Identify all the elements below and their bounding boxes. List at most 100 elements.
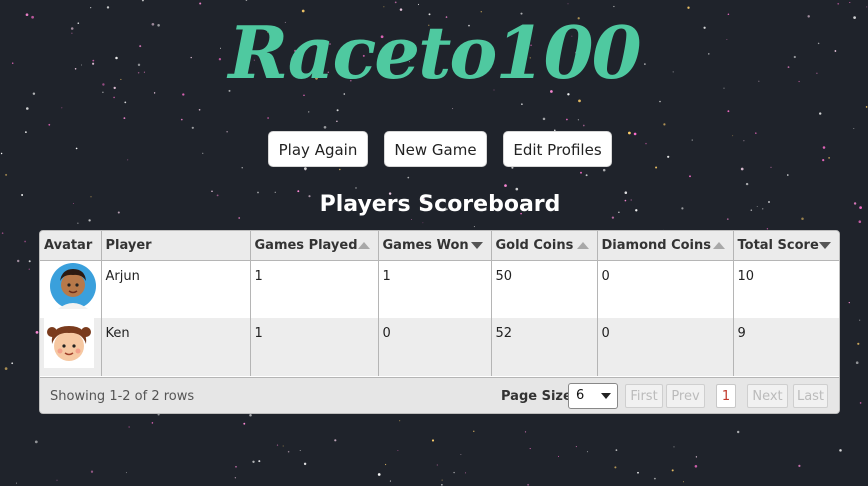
star [35,331,39,334]
star [452,108,454,110]
star [473,226,475,228]
star [355,187,357,189]
pagination-bar: Showing 1-2 of 2 rows Page Size 6 First … [40,377,839,413]
star [637,471,639,474]
star [336,109,339,112]
sort-asc-icon [576,242,589,249]
star [645,142,647,145]
star [755,132,757,134]
star [504,184,507,187]
star [238,217,241,219]
star [28,268,30,270]
star [5,173,8,176]
column-header-gold-coins[interactable]: Gold Coins [491,231,598,261]
star [226,131,228,133]
star [16,482,18,484]
star [848,301,850,304]
star [857,342,860,345]
star [276,444,279,446]
star [524,431,527,433]
star [473,430,475,432]
star [431,439,435,442]
table-row: Arjun 1 1 50 0 10 [40,260,839,318]
star [582,124,585,127]
star [577,119,580,121]
star [34,440,38,444]
star [726,218,729,220]
star [839,449,842,452]
page-size-label: Page Size [501,389,572,404]
sort-desc-icon [819,242,831,249]
star [124,101,127,104]
next-page-button[interactable]: Next [747,384,788,408]
edit-profiles-button[interactable]: Edit Profiles [503,131,612,167]
star [422,222,424,224]
last-page-button[interactable]: Last [793,384,828,408]
diamond-coins-value: 0 [597,318,734,376]
games-played-value: 1 [250,260,379,318]
star [75,147,78,150]
star [199,2,202,5]
star [453,471,455,474]
star [88,219,91,222]
avatar-cell [40,318,102,376]
sort-desc-icon [470,242,483,249]
star [308,111,310,113]
star [566,118,568,121]
star [515,187,519,191]
star [798,464,801,467]
star [385,463,387,466]
star [303,462,307,466]
star [267,117,270,119]
star [828,157,830,159]
star [837,2,840,5]
star [417,3,420,6]
star [732,135,734,137]
star [334,439,337,442]
page-1-button[interactable]: 1 [716,384,736,408]
total-score-value: 9 [733,318,839,376]
star [822,159,825,162]
page-size-select[interactable]: 6 [568,383,618,409]
star [673,446,675,448]
star [56,479,58,481]
star [90,470,94,473]
star [633,132,637,136]
star [77,222,79,224]
new-game-button[interactable]: New Game [384,131,487,167]
column-header-total-score[interactable]: Total Score [733,231,839,261]
player-name: Ken [101,318,251,376]
play-again-button[interactable]: Play Again [268,131,368,167]
star [394,1,397,4]
star [575,446,577,448]
star [667,155,670,158]
star [323,125,327,129]
first-page-button[interactable]: First [625,384,663,408]
star [822,146,826,149]
column-header-games-won[interactable]: Games Won [378,231,492,261]
chevron-down-icon [601,393,611,399]
star [727,110,730,113]
star [801,217,804,220]
star [28,260,31,263]
diamond-coins-value: 0 [597,260,734,318]
column-header-diamond-coins[interactable]: Diamond Coins [597,231,734,261]
player-name: Arjun [101,260,251,318]
star [127,159,129,161]
star [252,460,255,463]
sort-asc-icon [357,242,370,249]
column-header-player[interactable]: Player [101,231,251,261]
star [128,426,130,428]
star [441,484,443,486]
star [689,175,691,178]
star [819,112,822,115]
app-title: Raceto100 [228,10,641,95]
prev-page-button[interactable]: Prev [666,384,705,408]
star [615,449,618,451]
star [527,483,530,486]
rows-summary: Showing 1-2 of 2 rows [50,389,195,404]
star [125,472,127,474]
column-header-games-played[interactable]: Games Played [250,231,379,261]
star [123,117,126,120]
star [743,140,745,142]
